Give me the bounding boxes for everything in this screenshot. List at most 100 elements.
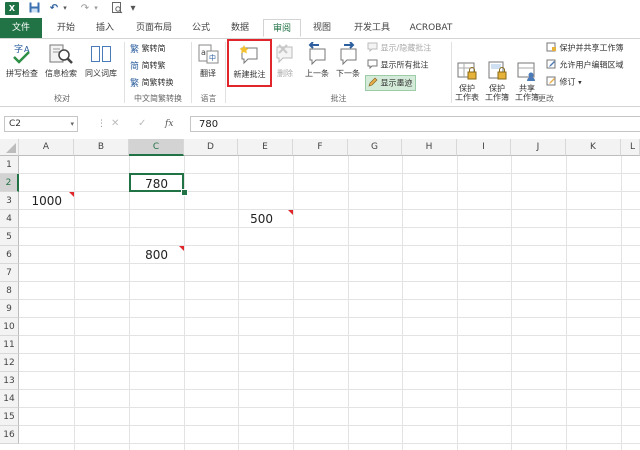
gridline (621, 156, 622, 450)
show-all-comments-button[interactable]: 显示所有批注 (367, 59, 429, 71)
translate-label: 翻译 (200, 69, 216, 78)
show-ink-button[interactable]: 显示墨迹 (365, 75, 416, 91)
svg-text:中: 中 (209, 53, 216, 62)
pen-icon (368, 77, 378, 89)
row-header[interactable]: 9 (0, 300, 19, 318)
research-button[interactable]: 信息检索 (41, 42, 81, 79)
show-all-comments-icon (367, 59, 378, 71)
column-header[interactable]: G (348, 139, 402, 156)
row-header[interactable]: 4 (0, 210, 19, 228)
column-header-selected[interactable]: C (129, 139, 184, 156)
tab-review[interactable]: 审阅 (263, 19, 301, 37)
allow-edit-ranges-button[interactable]: 允许用户编辑区域 (546, 59, 624, 71)
column-header[interactable]: F (293, 139, 348, 156)
column-header[interactable]: B (74, 139, 129, 156)
track-changes-button[interactable]: 修订 ▾ (546, 76, 582, 88)
protect-share-button[interactable]: 保护并共享工作簿 (546, 42, 624, 54)
column-header[interactable]: H (402, 139, 457, 156)
gridline (238, 156, 239, 450)
row-header[interactable]: 11 (0, 336, 19, 354)
tab-file[interactable]: 文件 (0, 18, 42, 38)
chevron-down-icon[interactable]: ▾ (70, 118, 74, 131)
select-all-corner[interactable] (0, 139, 19, 156)
row-header[interactable]: 8 (0, 282, 19, 300)
column-header[interactable]: E (238, 139, 293, 156)
trad-to-simp-button[interactable]: 繁 繁转简 (130, 42, 166, 55)
column-header[interactable]: K (566, 139, 621, 156)
row-header[interactable]: 10 (0, 318, 19, 336)
column-header[interactable]: L (621, 139, 640, 156)
protect-share-icon (546, 42, 557, 54)
gridline (348, 156, 349, 450)
row-header[interactable]: 15 (0, 408, 19, 426)
svg-text:字: 字 (14, 43, 23, 55)
column-header[interactable]: A (19, 139, 74, 156)
chinese-convert-button[interactable]: 繁 简繁转换 (130, 76, 174, 89)
gridline (19, 389, 640, 390)
tab-data[interactable]: 数据 (224, 19, 256, 37)
row-header[interactable]: 13 (0, 372, 19, 390)
formula-input[interactable]: 780 (190, 116, 640, 132)
delete-comment-button[interactable]: 删除 (273, 42, 297, 79)
gridline (19, 245, 640, 246)
row-header[interactable]: 5 (0, 228, 19, 246)
row-header-selected[interactable]: 2 (0, 174, 19, 192)
svg-text:a: a (201, 48, 206, 57)
tab-insert[interactable]: 插入 (89, 19, 121, 37)
translate-button[interactable]: a中 翻译 (193, 42, 223, 79)
print-preview-icon[interactable] (110, 2, 124, 15)
cell-c6[interactable]: 800 (129, 246, 184, 264)
column-header[interactable]: I (457, 139, 511, 156)
enter-entry-icon[interactable]: ✓ (138, 117, 146, 131)
cell-e4[interactable]: 500 (238, 210, 293, 228)
ribbon-tabs: 文件 开始 插入 页面布局 公式 数据 审阅 视图 开发工具 ACROBAT (0, 18, 640, 39)
comment-indicator-icon (179, 246, 184, 251)
next-comment-button[interactable]: 下一条 (333, 41, 363, 79)
row-header[interactable]: 1 (0, 156, 19, 174)
row-header[interactable]: 7 (0, 264, 19, 282)
cancel-entry-icon[interactable]: ✕ (111, 117, 119, 131)
column-header[interactable]: D (184, 139, 238, 156)
row-header[interactable]: 14 (0, 390, 19, 408)
gridline (19, 371, 640, 372)
row-header[interactable]: 3 (0, 192, 19, 210)
previous-comment-icon (302, 41, 332, 68)
protect-share-label: 保护并共享工作簿 (559, 43, 624, 53)
gridline (74, 156, 75, 450)
gridline (19, 299, 640, 300)
spelling-button[interactable]: 字A 拼写检查 (3, 42, 41, 79)
row-header[interactable]: 6 (0, 246, 19, 264)
undo-button[interactable]: ↶ (48, 2, 60, 15)
undo-dropdown-icon[interactable]: ▾ (61, 2, 69, 15)
tab-developer[interactable]: 开发工具 (346, 19, 398, 37)
previous-comment-button[interactable]: 上一条 (302, 41, 332, 79)
fill-handle[interactable] (181, 189, 188, 196)
save-icon[interactable] (27, 2, 41, 15)
new-comment-button[interactable]: 新建批注 (227, 39, 272, 87)
thesaurus-button[interactable]: 同义词库 (81, 42, 121, 79)
cell-c2-active[interactable]: 780 (129, 173, 184, 192)
comment-indicator-icon (288, 210, 293, 215)
chinese-convert-icon: 繁 (130, 79, 140, 89)
show-hide-comment-icon (367, 42, 378, 54)
cell-a3[interactable]: 1000 (19, 192, 74, 210)
tab-formulas[interactable]: 公式 (185, 19, 217, 37)
row-header[interactable]: 12 (0, 354, 19, 372)
redo-button[interactable]: ↷ (79, 2, 91, 15)
insert-function-button[interactable]: fx (165, 117, 173, 131)
redo-dropdown-icon[interactable]: ▾ (92, 2, 100, 15)
tab-page-layout[interactable]: 页面布局 (128, 19, 180, 37)
tab-home[interactable]: 开始 (50, 19, 82, 37)
customize-qat-button[interactable]: ▾ (128, 2, 138, 15)
tab-acrobat[interactable]: ACROBAT (405, 19, 457, 37)
simp-to-trad-button[interactable]: 简 简转繁 (130, 59, 166, 72)
row-header[interactable]: 16 (0, 426, 19, 444)
tab-view[interactable]: 视图 (306, 19, 338, 37)
gridline (19, 425, 640, 426)
column-header[interactable]: J (511, 139, 566, 156)
show-hide-comment-label: 显示/隐藏批注 (380, 43, 432, 53)
gridline (293, 156, 294, 450)
gridline (19, 281, 640, 282)
name-box[interactable]: C2 ▾ (4, 116, 78, 132)
show-hide-comment-button[interactable]: 显示/隐藏批注 (367, 42, 431, 54)
